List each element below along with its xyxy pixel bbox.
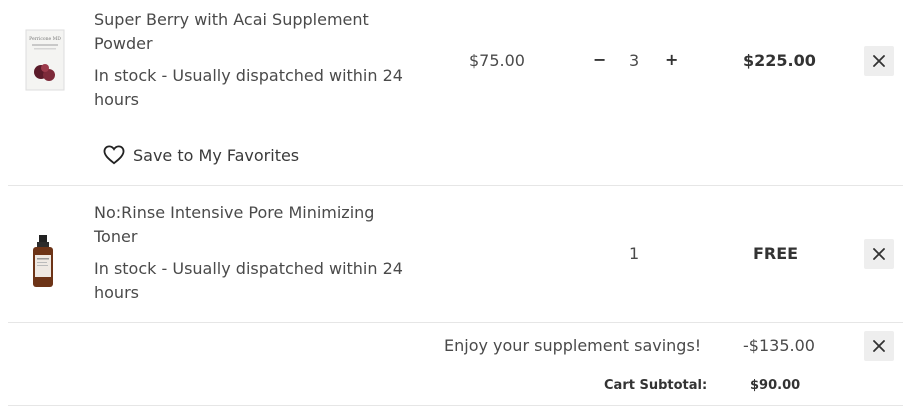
row-divider [8, 322, 903, 323]
product-title-no-rinse-toner[interactable]: No:Rinse Intensive Pore Minimizing Toner [94, 201, 414, 249]
save-to-favorites-button[interactable]: Save to My Favorites [103, 145, 299, 165]
cart-subtotal-label: Cart Subtotal: [604, 378, 708, 393]
remove-item-button-no-rinse-toner[interactable] [864, 239, 894, 269]
promo-amount: -$135.00 [743, 336, 815, 355]
quantity-value-no-rinse-toner: 1 [629, 244, 640, 263]
remove-promo-button[interactable] [864, 331, 894, 361]
product-title-super-berry[interactable]: Super Berry with Acai Supplement Powder [94, 8, 414, 56]
cart-subtotal-amount: $90.00 [750, 378, 801, 393]
close-icon [873, 55, 885, 67]
heart-icon [103, 145, 125, 165]
product-image-super-berry[interactable]: Perricone MD [22, 28, 68, 92]
quantity-value-super-berry[interactable]: 3 [629, 51, 639, 70]
brand-logo-text: Perricone MD [29, 36, 61, 42]
increase-quantity-button[interactable]: + [665, 50, 678, 69]
row-divider [8, 405, 903, 406]
supplement-pouch-image: Perricone MD [25, 29, 65, 91]
save-to-favorites-label: Save to My Favorites [133, 145, 300, 165]
row-divider [8, 185, 903, 186]
stock-status-super-berry: In stock - Usually dispatched within 24 … [94, 66, 403, 109]
line-total-no-rinse-toner: FREE [753, 244, 799, 263]
product-image-no-rinse-toner[interactable] [28, 230, 58, 292]
unit-price-super-berry: $75.00 [469, 51, 525, 70]
close-icon [873, 340, 885, 352]
stock-status-no-rinse-toner: In stock - Usually dispatched within 24 … [94, 259, 403, 302]
decrease-quantity-button[interactable]: − [593, 50, 606, 69]
close-icon [873, 248, 885, 260]
line-total-super-berry: $225.00 [743, 51, 816, 70]
promo-label: Enjoy your supplement savings! [444, 336, 702, 355]
remove-item-button-super-berry[interactable] [864, 46, 894, 76]
toner-bottle-image [33, 235, 53, 287]
